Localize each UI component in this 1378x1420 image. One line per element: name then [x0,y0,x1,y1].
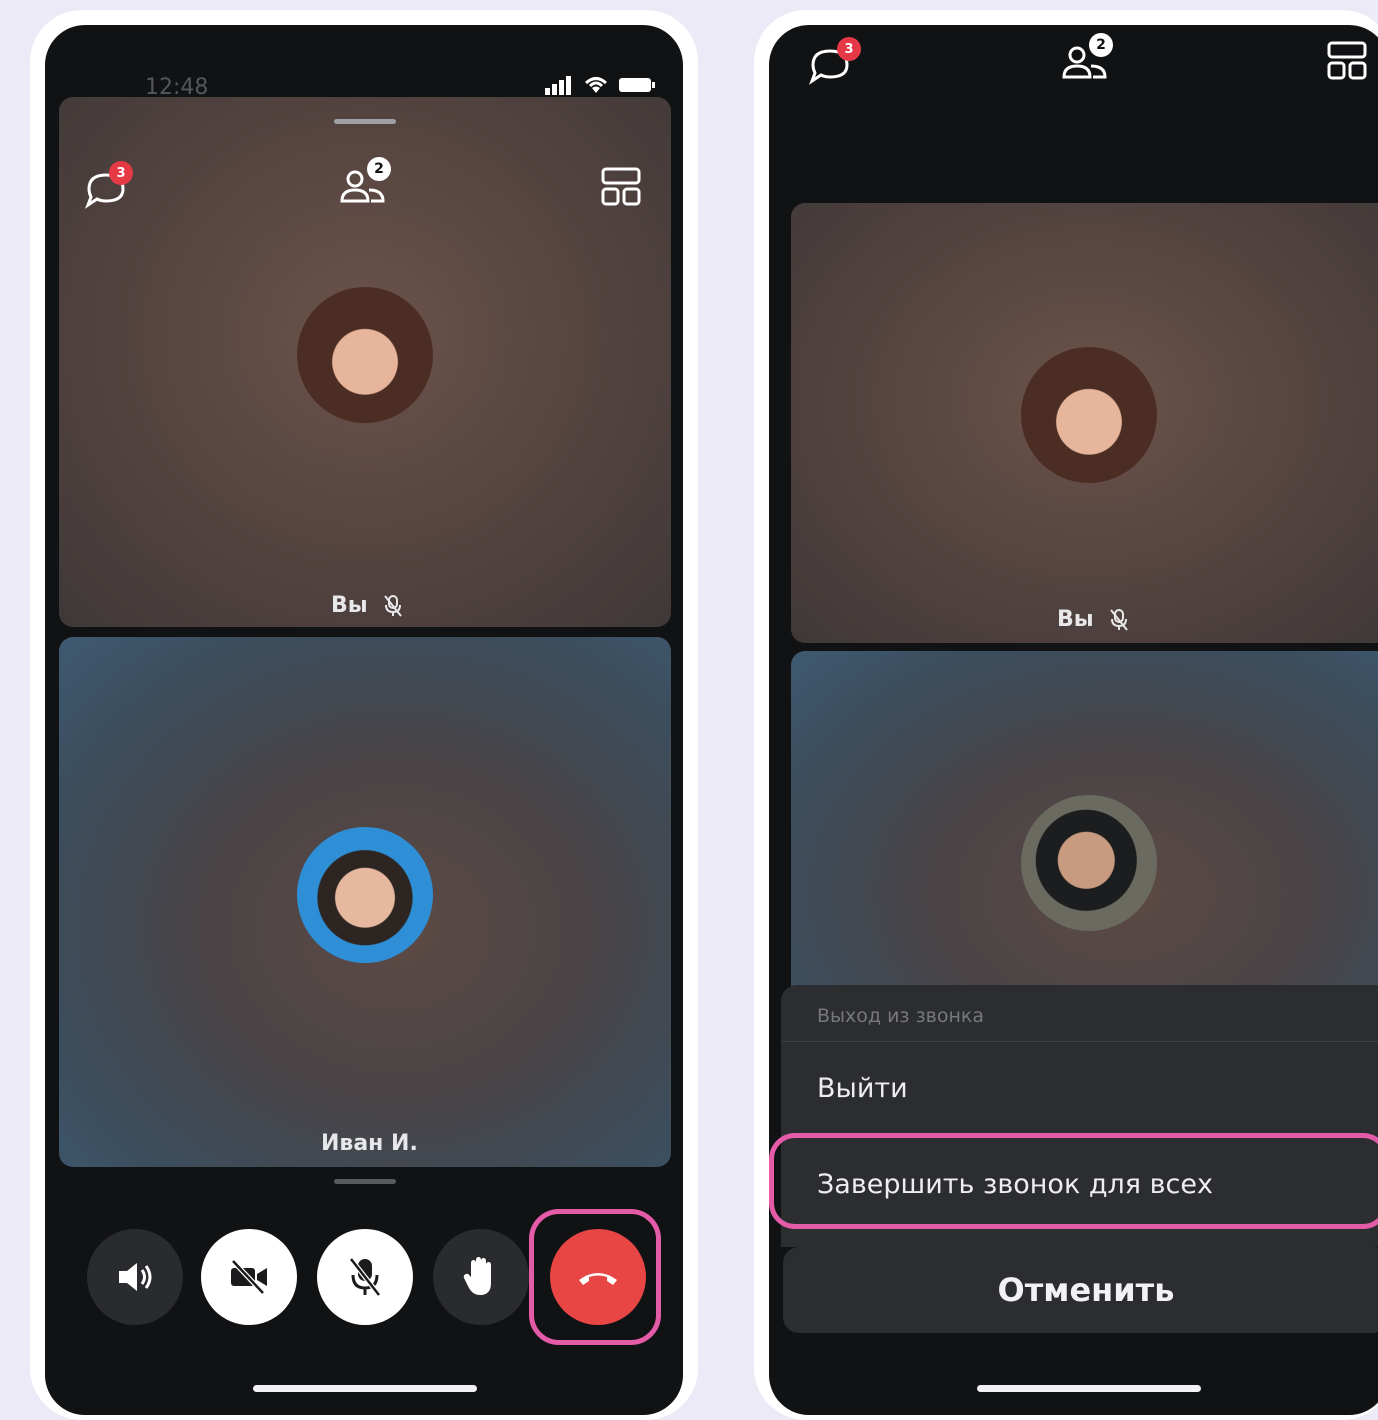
mic-off-icon [1110,609,1129,631]
camera-off-icon [231,1259,267,1295]
chat-badge: 3 [837,37,861,61]
wifi-icon [584,77,608,93]
video-tile-self[interactable]: 3 2 Вы [59,97,671,627]
participants-badge: 2 [367,157,391,181]
right-phone-screen: 3 2 Вы Выход из звонка Выйти Завершить з… [769,25,1378,1415]
avatar-self [1021,347,1157,483]
sheet-title: Выход из звонка [817,1005,985,1027]
status-icons [545,75,655,95]
tile-label-text: Вы [331,593,368,618]
left-phone-screen: 12:48 3 2 Вы Иван И. [45,25,683,1415]
controls-drag-handle[interactable] [334,1179,396,1184]
mic-toggle-button[interactable] [317,1229,413,1325]
participants-badge: 2 [1089,33,1113,57]
tile-label-self: Вы [1057,607,1129,632]
home-indicator[interactable] [253,1385,477,1392]
chat-badge: 3 [109,161,133,185]
signal-icon [545,76,571,95]
tile-label-ivan: Иван И. [321,1131,418,1156]
end-call-highlight [769,1133,1378,1229]
mic-off-icon [349,1257,381,1297]
camera-toggle-button[interactable] [201,1229,297,1325]
raise-hand-button[interactable] [433,1229,529,1325]
video-tile-ivan[interactable]: Иван И. [59,637,671,1167]
video-tile-self[interactable]: Вы [791,203,1378,643]
home-indicator[interactable] [977,1385,1201,1392]
layout-button[interactable] [1325,39,1373,87]
tile-label-self: Вы [331,593,403,618]
drag-handle[interactable] [334,119,396,124]
layout-button[interactable] [599,165,647,213]
battery-icon [619,78,655,92]
layout-grid-icon [601,167,641,206]
speaker-button[interactable] [87,1229,183,1325]
leave-call-option[interactable]: Выйти [817,1073,908,1104]
avatar-ivan [1021,795,1157,931]
raise-hand-icon [463,1257,491,1295]
participants-button[interactable]: 2 [339,157,399,209]
tile-label-text: Вы [1057,607,1094,632]
speaker-icon [119,1263,152,1291]
mic-off-icon [384,595,403,617]
avatar-self [297,287,433,423]
avatar-ivan [297,827,433,963]
sheet-divider [781,1041,1378,1042]
chat-button[interactable]: 3 [807,37,863,93]
participants-button[interactable]: 2 [1061,33,1121,85]
cancel-button[interactable]: Отменить [783,1247,1378,1333]
hang-up-button[interactable] [550,1229,646,1325]
hang-up-icon [579,1273,617,1285]
chat-button[interactable]: 3 [83,161,139,217]
layout-grid-icon [1327,41,1367,80]
